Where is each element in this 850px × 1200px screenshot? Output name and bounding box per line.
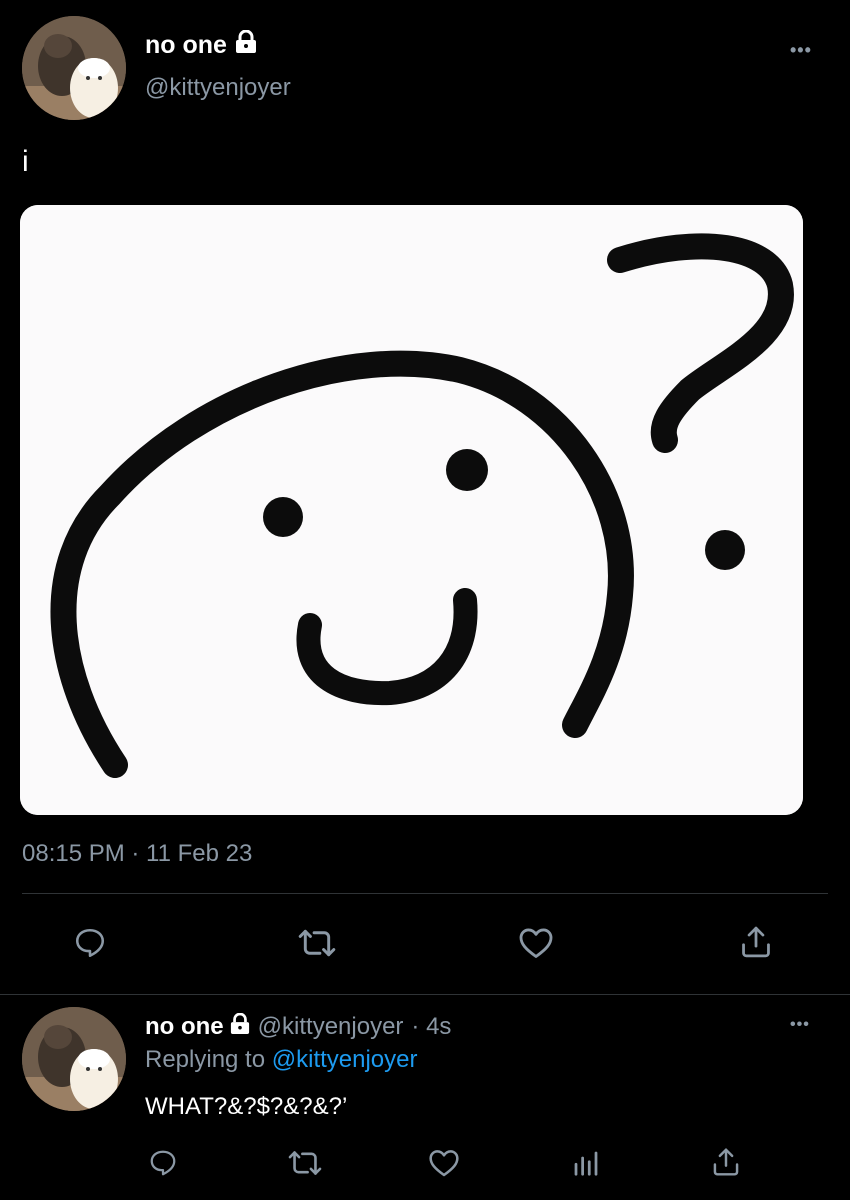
tweet-text: i bbox=[22, 145, 29, 178]
retweet-button[interactable] bbox=[295, 923, 339, 963]
tweet-media-image[interactable] bbox=[20, 205, 803, 815]
divider bbox=[0, 994, 850, 995]
author-name[interactable]: no one bbox=[145, 29, 257, 61]
lock-icon bbox=[235, 29, 257, 61]
author-name-text: no one bbox=[145, 30, 227, 59]
reply-analytics-button[interactable] bbox=[568, 1145, 604, 1181]
author-avatar[interactable] bbox=[22, 16, 126, 120]
reply-button[interactable] bbox=[70, 923, 110, 963]
replying-to-line: Replying to @kittyenjoyer bbox=[145, 1046, 418, 1074]
reply-more-options-button[interactable]: ••• bbox=[790, 1016, 810, 1034]
reply-icon bbox=[148, 1148, 178, 1178]
like-icon bbox=[518, 926, 554, 960]
tweet-timestamp[interactable]: 08:15 PM · 11 Feb 23 bbox=[22, 840, 252, 868]
retweet-icon bbox=[288, 1148, 322, 1178]
like-icon bbox=[428, 1148, 460, 1178]
share-icon bbox=[739, 924, 773, 960]
analytics-icon bbox=[571, 1148, 601, 1178]
reply-icon bbox=[73, 926, 107, 960]
reply-author-handle[interactable]: @kittyenjoyer bbox=[258, 1013, 404, 1041]
reply-author-name-text: no one bbox=[145, 1013, 224, 1040]
divider bbox=[22, 893, 828, 894]
author-handle[interactable]: @kittyenjoyer bbox=[145, 74, 291, 102]
share-button[interactable] bbox=[736, 921, 776, 963]
reply-author-avatar[interactable] bbox=[22, 1007, 126, 1111]
reply-share-button[interactable] bbox=[708, 1143, 744, 1181]
reply-retweet-button[interactable] bbox=[285, 1145, 325, 1181]
lock-icon bbox=[230, 1012, 250, 1042]
replying-to-label: Replying to bbox=[145, 1046, 266, 1073]
reply-author-name[interactable]: no one bbox=[145, 1012, 250, 1042]
reply-reply-button[interactable] bbox=[145, 1145, 181, 1181]
reply-text: WHAT?&?$?&?&?’ bbox=[145, 1093, 348, 1120]
reply-header: no one @kittyenjoyer · 4s bbox=[145, 1012, 451, 1042]
share-icon bbox=[711, 1146, 741, 1178]
reply-like-button[interactable] bbox=[425, 1145, 463, 1181]
more-options-button[interactable]: ••• bbox=[790, 40, 812, 61]
like-button[interactable] bbox=[516, 923, 556, 963]
replying-to-handle-link[interactable]: @kittyenjoyer bbox=[272, 1046, 418, 1073]
retweet-icon bbox=[298, 926, 336, 960]
reply-time[interactable]: · 4s bbox=[411, 1013, 451, 1041]
